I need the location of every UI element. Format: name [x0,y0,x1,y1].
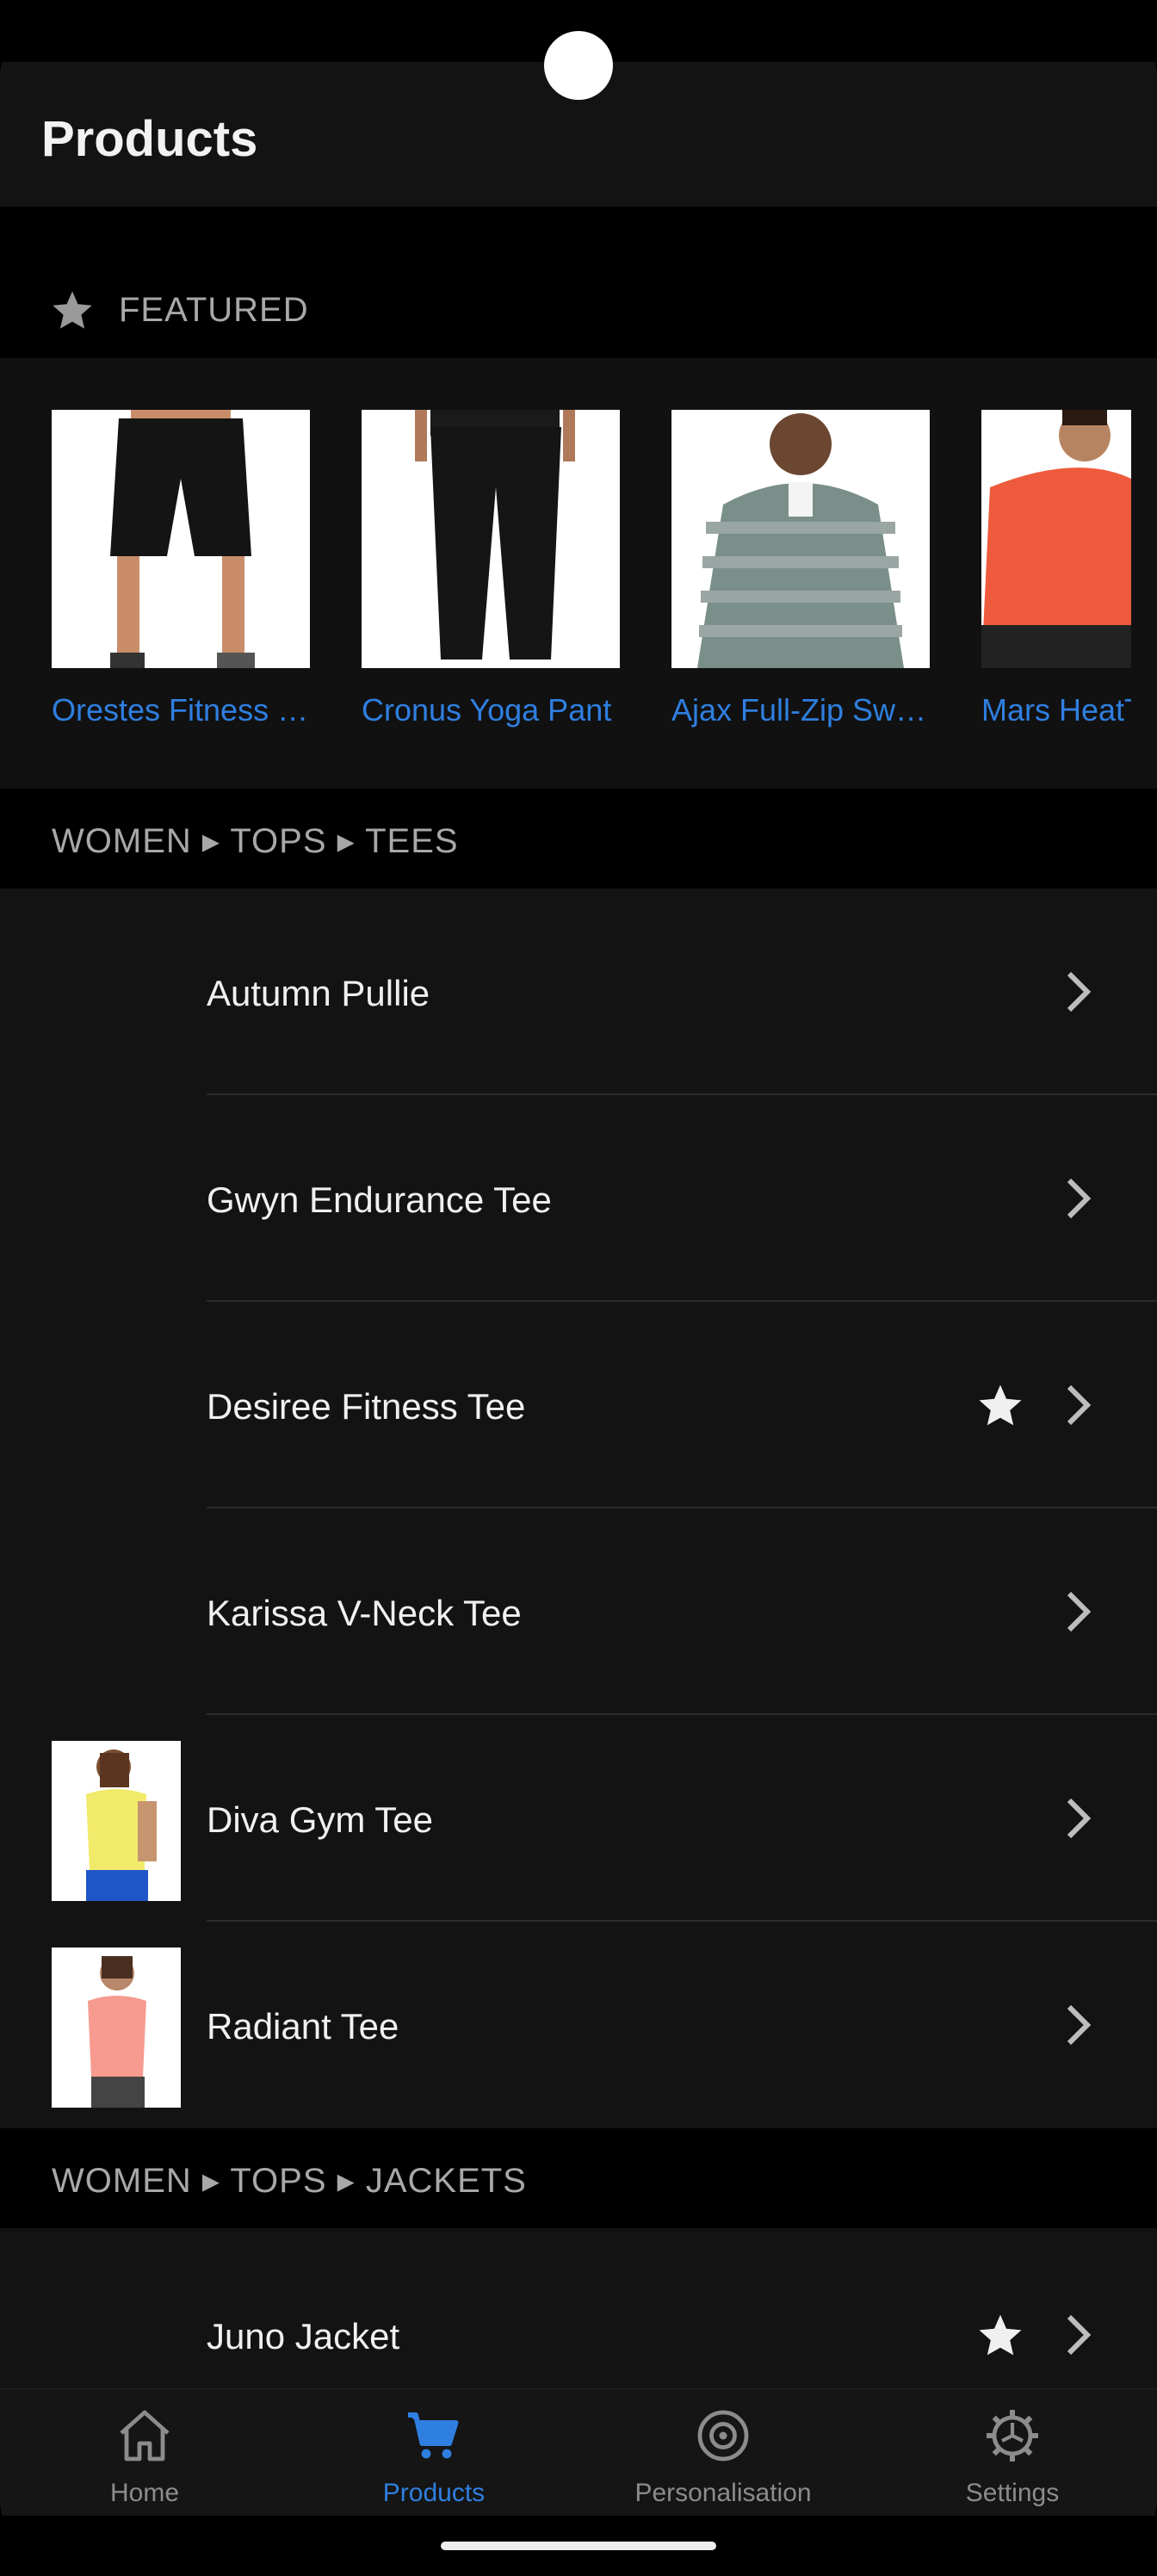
page-title: Products [41,111,258,167]
product-name: Juno Jacket [207,2316,400,2356]
gesture-bar [0,2516,1157,2576]
category-header: WOMEN ▸ TOPS ▸ JACKETS [0,2128,1157,2228]
product-name: Autumn Pullie [207,973,430,1013]
bottom-navigation: Home Products Personalisation Settings [0,2388,1157,2517]
chevron-right-icon [1067,971,1092,1012]
product-thumbnail [52,1947,181,2108]
category-header: WOMEN ▸ TOPS ▸ TEES [0,789,1157,889]
nav-label: Settings [965,2479,1060,2507]
product-thumbnail [52,1741,181,1901]
product-row[interactable]: Diva Gym Tee [0,1715,1157,1922]
chevron-right-icon [1067,2314,1092,2356]
product-image [671,410,930,668]
favorite-star-icon[interactable] [974,2311,1026,2359]
gear-icon [987,2410,1038,2461]
camera-cutout [544,31,613,100]
featured-title[interactable]: Ajax Full-Zip Swe… [671,692,930,728]
featured-card[interactable]: Orestes Fitness … [52,410,310,728]
chevron-right-icon [1067,1384,1092,1426]
app-screen: Products FEATURED Orestes Fitness … Cron… [0,0,1157,2576]
featured-card[interactable]: Cronus Yoga Pant [362,410,620,728]
product-name: Karissa V-Neck Tee [207,1593,522,1633]
home-icon [120,2410,170,2461]
nav-label: Personalisation [634,2479,812,2507]
product-row[interactable]: Desiree Fitness Tee [0,1302,1157,1508]
chevron-right-icon [1067,1178,1092,1219]
product-row[interactable]: Karissa V-Neck Tee [0,1508,1157,1715]
product-name: Gwyn Endurance Tee [207,1180,552,1220]
product-name: Desiree Fitness Tee [207,1386,526,1427]
category-breadcrumb: WOMEN ▸ TOPS ▸ JACKETS [52,2162,527,2200]
featured-label: FEATURED [119,291,309,329]
chevron-right-icon [1067,2004,1092,2046]
favorite-star-icon[interactable] [974,1381,1026,1429]
chevron-right-icon [1067,1798,1092,1839]
target-icon [697,2410,749,2461]
nav-label: Home [109,2479,180,2507]
featured-carousel[interactable]: Orestes Fitness … Cronus Yoga Pant Ajax … [0,358,1157,789]
featured-title[interactable]: Orestes Fitness … [52,692,310,728]
nav-home[interactable]: Home [0,2389,289,2517]
nav-settings[interactable]: Settings [868,2389,1157,2517]
category-breadcrumb: WOMEN ▸ TOPS ▸ TEES [52,822,459,860]
product-row[interactable]: Radiant Tee [0,1922,1157,2128]
product-image [362,410,620,668]
featured-card[interactable]: Ajax Full-Zip Swe… [671,410,930,728]
featured-card[interactable]: Mars HeatT [981,410,1131,728]
nav-products[interactable]: Products [289,2389,578,2517]
cart-icon [408,2412,459,2459]
product-row[interactable]: Gwyn Endurance Tee [0,1095,1157,1302]
featured-title[interactable]: Mars HeatT [981,692,1131,728]
home-indicator[interactable] [441,2542,716,2550]
product-row[interactable]: Autumn Pullie [0,889,1157,1095]
product-image [52,410,310,668]
featured-header: FEATURED [0,207,1157,358]
product-name: Diva Gym Tee [207,1799,433,1840]
nav-label: Products [382,2479,486,2507]
product-name: Radiant Tee [207,2006,399,2047]
chevron-right-icon [1067,1591,1092,1632]
product-image [981,410,1131,668]
star-icon [53,291,92,329]
nav-personalisation[interactable]: Personalisation [578,2389,868,2517]
featured-title[interactable]: Cronus Yoga Pant [362,692,620,728]
